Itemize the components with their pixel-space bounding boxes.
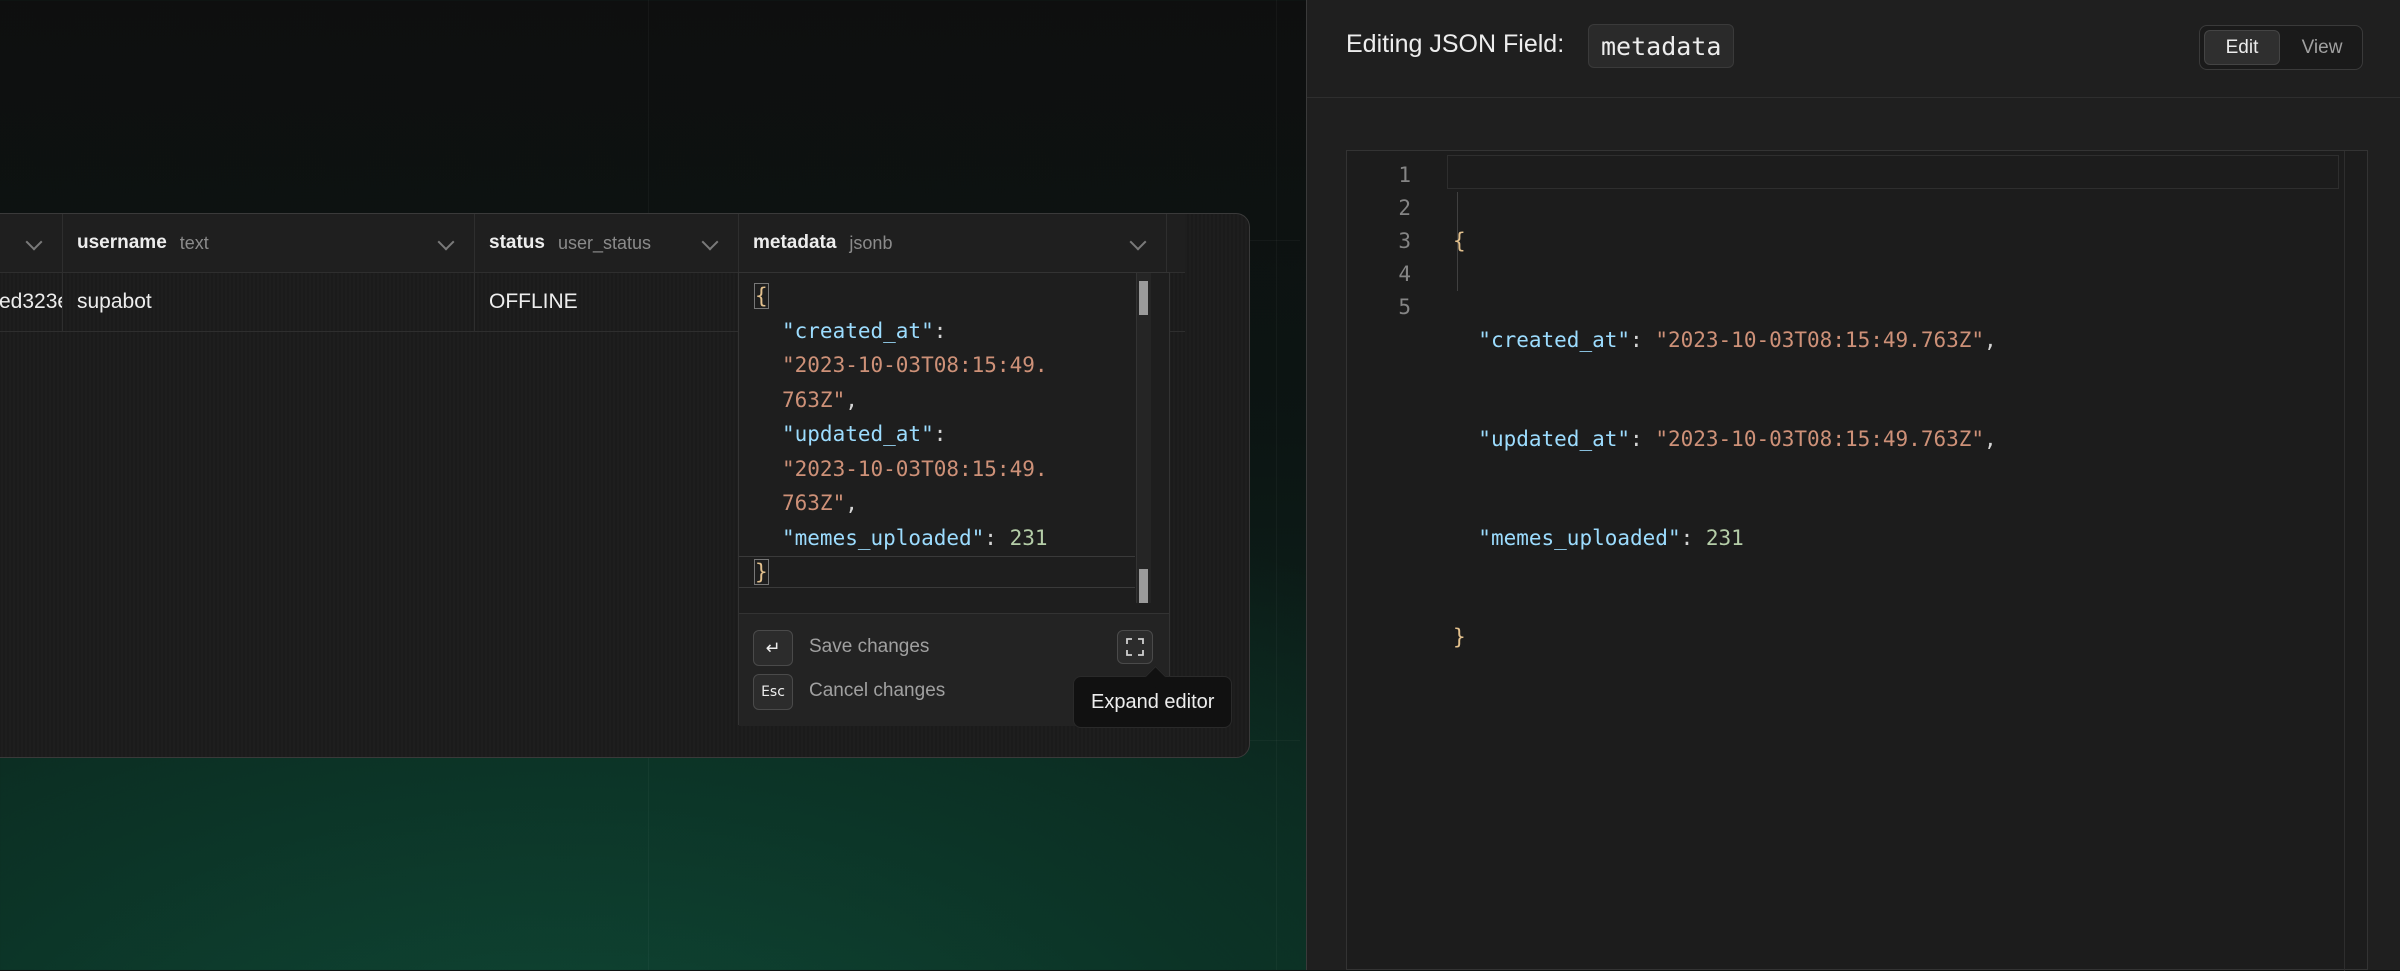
cell-id[interactable]: ed323e <box>0 273 63 331</box>
column-header-username[interactable]: username text <box>63 214 475 272</box>
json-comma: , <box>845 387 858 412</box>
cell-value: supabot <box>77 290 152 313</box>
json-key: "memes_uploaded" <box>782 525 985 550</box>
panel-title: Editing JSON Field: <box>1346 30 1565 58</box>
json-side-panel: Editing JSON Field: metadata Edit View 1… <box>1306 0 2400 971</box>
json-comma: , <box>845 491 858 515</box>
column-header-status[interactable]: status user_status <box>475 214 739 272</box>
json-string: "2023-10-03T08:15:49. <box>782 353 1048 377</box>
tab-edit[interactable]: Edit <box>2204 30 2280 65</box>
background-guide-line <box>1276 0 1277 970</box>
json-string: "2023-10-03T08:15:49.763Z" <box>1655 427 1985 451</box>
inline-json-editor[interactable]: { "created_at": "2023-10-03T08:15:49. 76… <box>738 272 1170 726</box>
line-number: 2 <box>1398 196 1411 220</box>
json-colon: : <box>933 318 947 343</box>
cell-username[interactable]: supabot <box>63 273 475 331</box>
scrollbar[interactable] <box>1136 273 1151 603</box>
json-open-brace: { <box>1453 229 1466 253</box>
json-key: "created_at" <box>782 318 934 343</box>
chevron-down-icon[interactable] <box>1129 233 1147 251</box>
json-colon: : <box>984 525 1010 550</box>
mode-toggle: Edit View <box>2199 25 2363 70</box>
chevron-down-icon[interactable] <box>25 233 43 251</box>
column-name: username <box>77 232 167 253</box>
column-type: user_status <box>557 232 652 253</box>
json-string: "2023-10-03T08:15:49. <box>782 456 1048 481</box>
cell-value: OFFLINE <box>489 290 578 313</box>
column-type: jsonb <box>849 232 893 253</box>
cancel-changes-label[interactable]: Cancel changes <box>809 680 945 702</box>
line-number: 1 <box>1398 163 1411 187</box>
json-close-brace: } <box>754 559 769 585</box>
enter-key-icon: ↵ <box>753 630 793 666</box>
json-key: "updated_at" <box>1478 427 1631 451</box>
side-panel-header: Editing JSON Field: metadata Edit View <box>1307 0 2400 98</box>
table-grid: username text status user_status metadat… <box>0 213 1250 758</box>
chevron-down-icon[interactable] <box>701 233 719 251</box>
column-name: metadata <box>753 232 837 253</box>
cell-value: ed323e <box>0 290 62 313</box>
json-open-brace: { <box>754 283 769 309</box>
column-type: text <box>179 232 209 253</box>
expand-icon <box>1126 638 1144 656</box>
json-key: "created_at" <box>1478 328 1631 352</box>
scrollbar-thumb[interactable] <box>1139 281 1148 315</box>
grid-header-row: username text status user_status metadat… <box>0 214 1185 273</box>
expand-editor-tooltip: Expand editor <box>1073 676 1233 728</box>
cell-status[interactable]: OFFLINE <box>475 273 739 331</box>
column-name: status <box>489 232 545 253</box>
line-number: 4 <box>1398 262 1411 286</box>
json-key: "updated_at" <box>782 422 934 446</box>
scrollbar-thumb[interactable] <box>1139 569 1148 603</box>
tooltip-text: Expand editor <box>1091 690 1215 713</box>
chevron-down-icon[interactable] <box>437 233 455 251</box>
column-header-metadata[interactable]: metadata jsonb <box>739 214 1167 272</box>
line-number: 5 <box>1398 295 1411 319</box>
column-header-id[interactable] <box>0 214 63 272</box>
json-key: "memes_uploaded" <box>1478 526 1681 550</box>
tab-view[interactable]: View <box>2284 30 2360 65</box>
inline-json-code[interactable]: { "created_at": "2023-10-03T08:15:49. 76… <box>754 279 1155 597</box>
json-string: 763Z" <box>782 387 846 412</box>
line-number: 3 <box>1398 229 1411 253</box>
json-string: "2023-10-03T08:15:49.763Z" <box>1655 328 1985 352</box>
json-close-brace: } <box>1453 625 1466 649</box>
scrollbar[interactable] <box>2344 151 2367 971</box>
json-code[interactable]: { "created_at": "2023-10-03T08:15:49.763… <box>1453 159 1997 720</box>
line-numbers: 1 2 3 4 5 <box>1347 159 1411 324</box>
json-colon: : <box>933 422 947 446</box>
json-number: 231 <box>1009 525 1048 550</box>
json-number: 231 <box>1705 526 1744 550</box>
save-changes-label[interactable]: Save changes <box>809 636 929 658</box>
field-name-badge: metadata <box>1588 24 1735 68</box>
expand-editor-button[interactable] <box>1117 630 1153 664</box>
json-code-editor[interactable]: 1 2 3 4 5 { "created_at": "2023-10-03T08… <box>1346 150 2368 971</box>
json-string: 763Z" <box>782 491 846 515</box>
escape-key-icon: Esc <box>753 674 793 710</box>
